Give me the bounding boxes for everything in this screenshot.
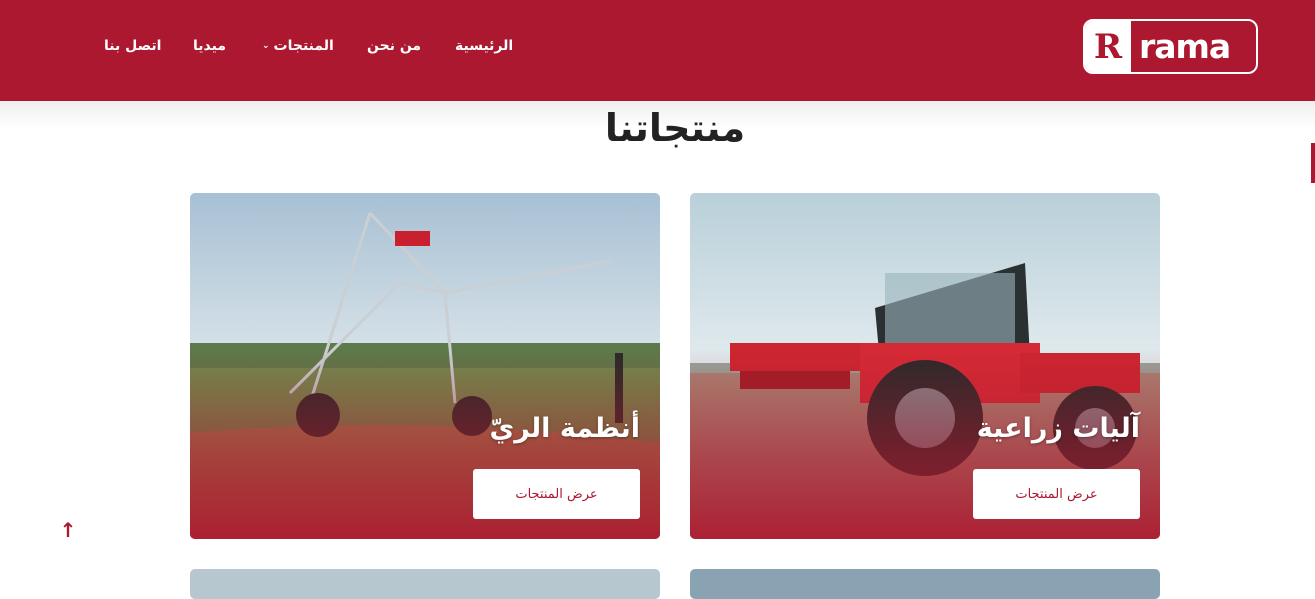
arrow-up-icon[interactable]: ↑ [58,520,78,540]
site-header: R rama الرئيسية من نحن ⌄ المنتجات ميديا ا… [0,0,1315,101]
side-tab[interactable] [1311,143,1315,183]
nav-products-label: المنتجات [273,38,334,54]
view-products-button[interactable]: عرض المنتجات [473,469,640,519]
card-title: أنظمة الريّ [489,413,640,444]
nav-about[interactable]: من نحن [367,38,421,54]
product-card-machinery[interactable]: آليات زراعية عرض المنتجات [690,193,1160,539]
chevron-down-icon: ⌄ [262,41,270,51]
page-title: منتجاتنا [604,106,746,150]
card-title: آليات زراعية [976,413,1140,444]
product-card-irrigation[interactable]: أنظمة الريّ عرض المنتجات [190,193,660,539]
product-card-partial[interactable] [690,569,1160,599]
nav-products[interactable]: ⌄ المنتجات [262,38,334,54]
nav-home[interactable]: الرئيسية [455,38,513,54]
nav-contact[interactable]: اتصل بنا [104,38,161,54]
view-products-button[interactable]: عرض المنتجات [973,469,1140,519]
nav-media[interactable]: ميديا [193,38,226,54]
product-card-partial[interactable] [190,569,660,599]
main-nav: الرئيسية من نحن ⌄ المنتجات ميديا اتصل بنا [0,38,1315,58]
